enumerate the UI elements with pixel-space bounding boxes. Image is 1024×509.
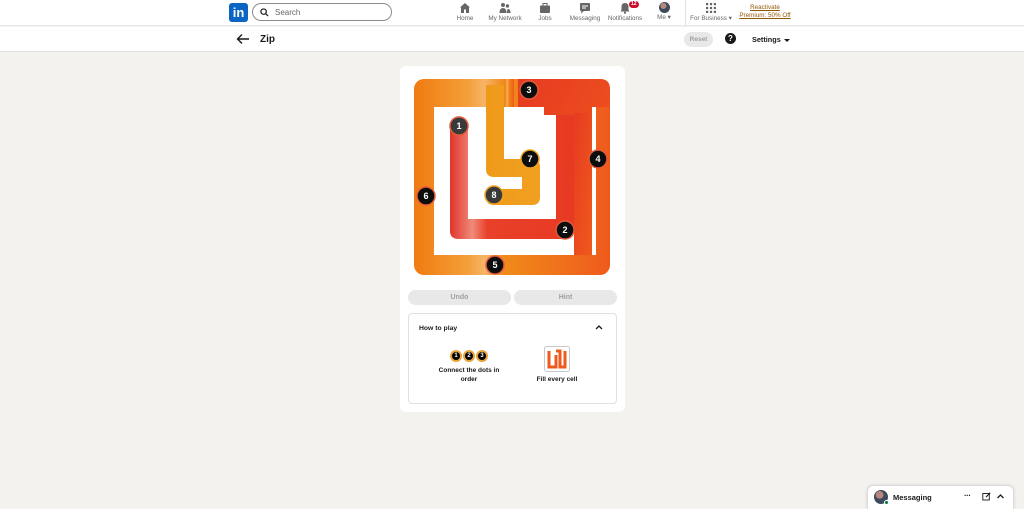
nav-divider (685, 0, 686, 26)
svg-text:3: 3 (526, 85, 531, 95)
example-dot: 2 (463, 350, 475, 362)
nav-home[interactable]: Home (454, 2, 476, 24)
step-fill-text: Fill every cell (536, 376, 578, 383)
zip-board[interactable]: 1 2 3 4 5 6 7 8 (414, 79, 610, 275)
hint-button[interactable]: Hint (514, 290, 617, 305)
nav-jobs[interactable]: Jobs (534, 2, 556, 24)
search-icon (260, 7, 269, 17)
chevron-down-icon: ▾ (728, 15, 732, 22)
more-options-icon[interactable]: ··· (964, 491, 971, 500)
messaging-dock[interactable]: Messaging ··· (867, 485, 1014, 509)
board-gap (592, 107, 596, 255)
example-dot: 3 (476, 350, 488, 362)
game-title: Zip (260, 34, 275, 45)
undo-button[interactable]: Undo (408, 290, 511, 305)
svg-text:8: 8 (491, 190, 496, 200)
briefcase-icon (540, 3, 550, 13)
nav-my-network[interactable]: My Network (486, 2, 524, 24)
linkedin-logo[interactable]: in (229, 3, 248, 22)
nav-messaging[interactable]: Messaging (568, 2, 602, 24)
game-card: 1 2 3 4 5 6 7 8 Undo Hint How to play 1 … (400, 66, 625, 412)
svg-text:4: 4 (595, 154, 600, 164)
back-arrow-icon[interactable] (236, 33, 250, 45)
board-gap (504, 79, 514, 107)
notification-badge: 12 (629, 1, 639, 8)
messaging-label[interactable]: Messaging (893, 493, 932, 502)
network-icon (499, 3, 511, 13)
search-input[interactable]: Search (252, 3, 392, 21)
home-icon (460, 3, 470, 13)
node-8[interactable]: 8 (484, 185, 504, 205)
example-dots: 1 2 3 (437, 350, 501, 362)
svg-text:7: 7 (527, 154, 532, 164)
reset-button[interactable]: Reset (684, 32, 713, 47)
fill-grid-icon (544, 346, 570, 372)
reactivate-premium-link[interactable]: Reactivate Premium: 50% Off (736, 4, 794, 20)
chevron-down-icon: ▾ (667, 14, 671, 21)
nav-notifications[interactable]: 12 Notifications (606, 1, 644, 24)
game-header: Zip Reset ? Settings (0, 27, 1024, 52)
online-status-dot (884, 500, 889, 505)
svg-text:5: 5 (492, 260, 497, 270)
step-fill-cells: Fill every cell (527, 346, 587, 385)
step-connect-dots: 1 2 3 Connect the dots in order (437, 350, 501, 384)
grid-icon (706, 3, 716, 13)
svg-text:2: 2 (562, 225, 567, 235)
caret-down-icon (783, 38, 790, 42)
svg-text:6: 6 (423, 191, 428, 201)
node-5[interactable]: 5 (485, 255, 505, 275)
chat-icon (580, 3, 590, 14)
how-to-play-panel: How to play 1 2 3 Connect the dots in or… (408, 313, 617, 404)
node-2[interactable]: 2 (555, 220, 575, 240)
search-placeholder: Search (275, 7, 301, 17)
settings-button[interactable]: Settings (752, 35, 790, 44)
chevron-up-icon[interactable] (595, 324, 603, 330)
help-icon[interactable]: ? (725, 33, 736, 44)
node-1[interactable]: 1 (449, 116, 469, 136)
step-connect-text: Connect the dots in order (438, 367, 500, 383)
node-4[interactable]: 4 (588, 149, 608, 169)
how-to-play-title[interactable]: How to play (419, 325, 457, 332)
nav-me[interactable]: Me ▾ (652, 2, 676, 24)
example-dot: 1 (450, 350, 462, 362)
node-3[interactable]: 3 (519, 80, 539, 100)
svg-text:1: 1 (456, 121, 461, 131)
avatar (658, 2, 670, 13)
path-right-lower (574, 113, 592, 255)
chevron-up-icon[interactable] (996, 492, 1005, 501)
top-nav: in Search Home My Network Jobs Messaging… (0, 0, 1024, 26)
node-7[interactable]: 7 (520, 149, 540, 169)
nav-for-business[interactable]: For Business ▾ (690, 2, 732, 24)
compose-icon[interactable] (982, 492, 991, 501)
node-6[interactable]: 6 (416, 186, 436, 206)
